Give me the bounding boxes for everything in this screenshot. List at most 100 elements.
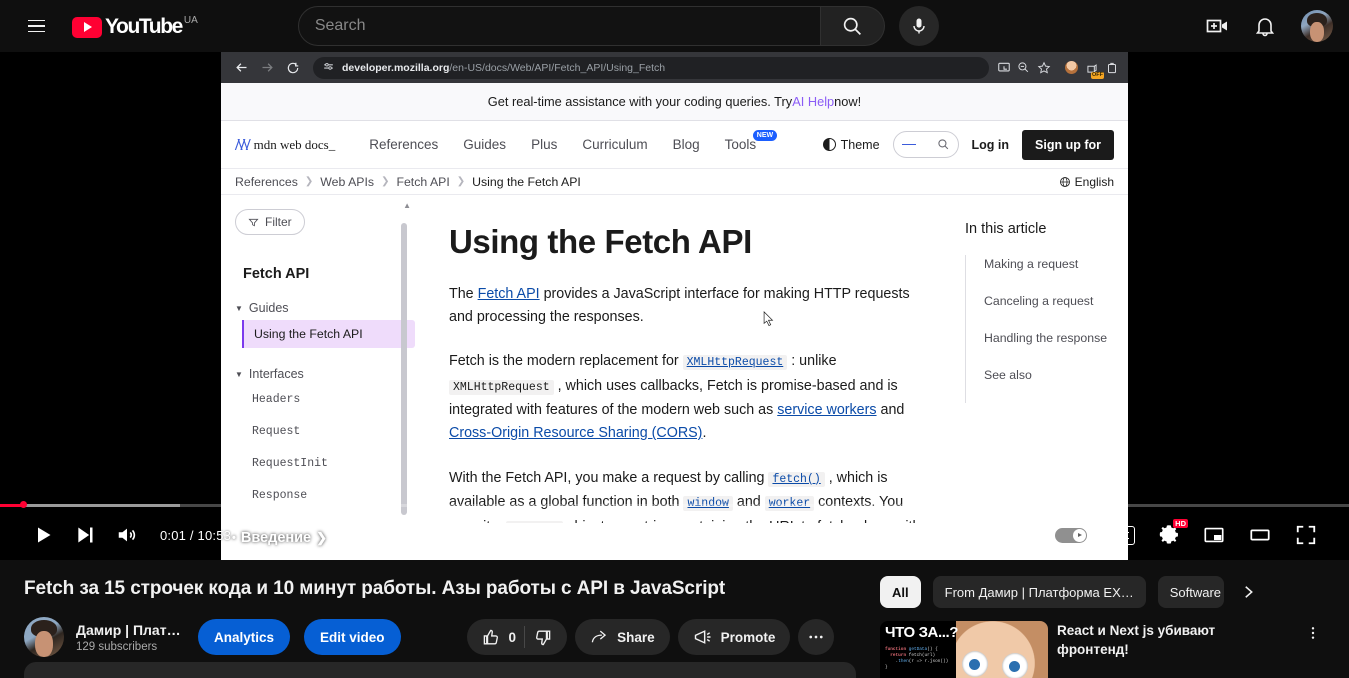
fullscreen-button[interactable]	[1285, 514, 1327, 556]
toc-link-handling-the-response[interactable]: Handling the response	[984, 331, 1107, 345]
cc-glyph-left	[1109, 531, 1118, 539]
voice-search-button[interactable]	[898, 6, 939, 46]
promote-button[interactable]: Promote	[677, 619, 791, 655]
next-video-button[interactable]	[64, 514, 106, 556]
miniplayer-button[interactable]	[1193, 514, 1235, 556]
search-button[interactable]	[820, 6, 885, 46]
sidebar-item-headers[interactable]: Headers	[242, 386, 415, 413]
breadcrumb-current[interactable]: Using the Fetch API	[472, 175, 581, 189]
mdn-signup-button[interactable]: Sign up for	[1022, 129, 1114, 160]
progress-chapter-segment[interactable]	[1075, 503, 1349, 507]
youtube-logo[interactable]: YouTube UA	[72, 14, 198, 39]
recommended-video-title[interactable]: React и Next js убивают фронтенд!	[1057, 621, 1242, 678]
nav-references[interactable]: References	[369, 137, 438, 152]
channel-name[interactable]: Дамир | Платформ…	[76, 622, 184, 638]
promote-label: Promote	[720, 629, 776, 645]
play-button[interactable]	[22, 514, 64, 556]
avatar[interactable]	[1301, 10, 1333, 42]
divider	[524, 626, 526, 648]
autoplay-toggle[interactable]	[1055, 527, 1087, 543]
code-fetch-link[interactable]: fetch()	[768, 471, 825, 487]
code-xmlhttprequest-link[interactable]: XMLHttpRequest	[682, 355, 788, 371]
video-thumbnail[interactable]: ЧТО ЗА...? function getData() { return f…	[880, 621, 1048, 678]
recommendations-rail: All From Дамир | Платформа EX… Software …	[880, 576, 1349, 678]
hamburger-menu-icon[interactable]	[16, 6, 56, 46]
scrollbar-thumb[interactable]	[401, 223, 407, 515]
sidebar-item-requestinit[interactable]: RequestInit	[242, 450, 415, 477]
create-video-icon	[1206, 19, 1227, 33]
reload-icon[interactable]	[281, 56, 305, 80]
extension-clipboard-icon[interactable]	[1103, 59, 1120, 76]
recommended-video-menu-button[interactable]	[1301, 621, 1325, 645]
theme-switcher-button[interactable]: Theme	[822, 138, 880, 152]
thumbs-up-icon[interactable]	[482, 628, 501, 647]
breadcrumb-fetch-api[interactable]: Fetch API	[396, 175, 449, 189]
nav-plus[interactable]: Plus	[531, 137, 557, 152]
volume-button[interactable]	[106, 514, 148, 556]
toc-link-making-a-request[interactable]: Making a request	[984, 257, 1078, 271]
sidebar-group-guides[interactable]: ▼ Guides	[235, 301, 415, 315]
nav-blog[interactable]: Blog	[673, 137, 700, 152]
share-button[interactable]: Share	[575, 619, 670, 655]
progress-chapter-segment[interactable]	[256, 503, 484, 507]
breadcrumb-web-apis[interactable]: Web APIs	[320, 175, 374, 189]
search-icon	[937, 139, 948, 150]
subtitles-button[interactable]	[1103, 525, 1135, 545]
channel-avatar[interactable]	[24, 617, 64, 657]
chip-all[interactable]: All	[880, 576, 921, 608]
progress-scrubber-handle[interactable]	[20, 501, 27, 508]
zoom-out-icon[interactable]	[1015, 59, 1032, 76]
filter-chips: All From Дамир | Платформа EX… Software	[880, 576, 1325, 608]
sidebar-item-request[interactable]: Request	[242, 418, 415, 445]
mdn-navbar: /\/\/ mdn web docs_ References Guides Pl…	[221, 121, 1128, 169]
edit-video-button[interactable]: Edit video	[304, 619, 401, 655]
nav-curriculum[interactable]: Curriculum	[582, 137, 647, 152]
chip-from-channel[interactable]: From Дамир | Платформа EX…	[932, 576, 1146, 608]
extension-person-icon[interactable]	[1063, 59, 1080, 76]
extension-off-icon[interactable]: OFF	[1083, 59, 1104, 79]
progress-chapter-segment[interactable]	[488, 503, 1071, 507]
address-bar[interactable]: developer.mozilla.org/en-US/docs/Web/API…	[313, 56, 989, 79]
analytics-button[interactable]: Analytics	[198, 619, 291, 655]
create-video-button[interactable]	[1197, 6, 1237, 46]
description-box[interactable]	[24, 662, 856, 678]
bookmark-star-icon[interactable]	[1035, 59, 1052, 76]
mdn-search-input[interactable]	[892, 131, 959, 158]
chip-software[interactable]: Software	[1157, 576, 1224, 608]
more-actions-button[interactable]	[798, 619, 835, 655]
chips-next-button[interactable]	[1236, 580, 1260, 604]
notifications-button[interactable]	[1245, 6, 1285, 46]
search-input[interactable]	[314, 17, 820, 35]
progress-bar[interactable]	[0, 501, 1349, 508]
video-player-stage[interactable]: developer.mozilla.org/en-US/docs/Web/API…	[0, 52, 1349, 560]
sidebar-filter-button[interactable]: Filter	[235, 209, 305, 235]
toc-link-see-also[interactable]: See also	[984, 368, 1032, 382]
scroll-up-arrow-icon[interactable]: ▲	[403, 201, 411, 210]
thumbnail-eye	[1002, 653, 1028, 678]
language-selector[interactable]: English	[1059, 175, 1114, 189]
mdn-logo[interactable]: /\/\/ mdn web docs_	[235, 136, 335, 153]
sidebar-group-interfaces[interactable]: ▼ Interfaces	[235, 367, 415, 381]
settings-gear-button[interactable]: HD	[1149, 515, 1189, 555]
toc-link-canceling-a-request[interactable]: Canceling a request	[984, 294, 1093, 308]
mdn-login-link[interactable]: Log in	[972, 138, 1010, 152]
service-workers-link[interactable]: service workers	[777, 402, 876, 418]
back-arrow-icon[interactable]	[229, 56, 253, 80]
sidebar-item-using-the-fetch-api[interactable]: Using the Fetch API	[242, 320, 415, 348]
mdn-nav-links: References Guides Plus Curriculum Blog T…	[369, 130, 778, 152]
list-item[interactable]: ЧТО ЗА...? function getData() { return f…	[880, 621, 1325, 678]
fetch-api-link[interactable]: Fetch API	[478, 286, 540, 302]
sidebar-scrollbar[interactable]	[401, 217, 407, 517]
theater-mode-button[interactable]	[1239, 514, 1281, 556]
nav-tools[interactable]: Tools NEW	[725, 130, 778, 152]
nav-guides[interactable]: Guides	[463, 137, 506, 152]
thumbs-down-icon[interactable]	[533, 628, 552, 647]
cast-icon[interactable]	[995, 59, 1012, 76]
forward-arrow-icon[interactable]	[255, 56, 279, 80]
ai-help-link[interactable]: AI Help	[792, 94, 834, 109]
search-box[interactable]	[297, 6, 821, 46]
share-icon	[591, 630, 607, 642]
breadcrumb-references[interactable]: References	[235, 175, 298, 189]
cors-link[interactable]: Cross-Origin Resource Sharing (CORS)	[449, 425, 702, 441]
mdn-promo-banner: Get real-time assistance with your codin…	[221, 83, 1128, 121]
